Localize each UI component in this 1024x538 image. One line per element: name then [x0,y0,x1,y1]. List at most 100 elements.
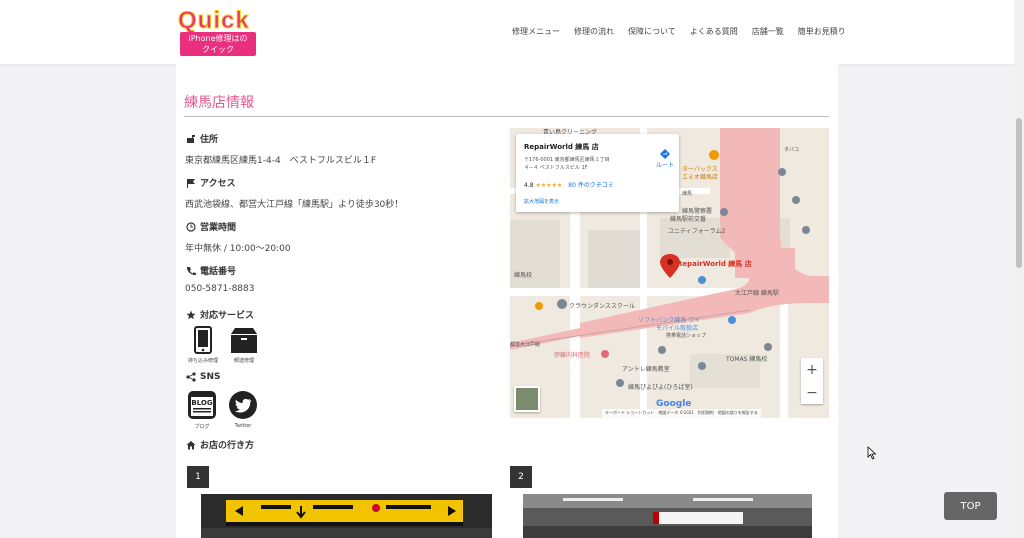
main-nav: 修理メニュー 修理の流れ 保障について よくある質問 店舗一覧 簡単お見積り [512,26,846,37]
access-label: アクセス [200,179,236,189]
direction-photo-2 [523,494,812,538]
twitter-label: Twitter [234,423,252,429]
logo-tagline-line1: iPhone修理はの [188,34,248,43]
main-content: 練馬店情報 住所 東京都練馬区練馬1-4-4 ベストフルスビル１F アクセス 西… [176,64,838,538]
map-zoom-out-button[interactable]: − [806,385,818,401]
site-header: Quick iPhone修理はの クイック 修理メニュー 修理の流れ 保障につい… [0,0,1014,64]
logo-tagline: iPhone修理はの クイック [180,32,256,56]
nav-repair-menu[interactable]: 修理メニュー [512,26,560,37]
map-reviews-link[interactable]: 80 件のクチコミ [568,182,614,189]
map-label-starbucks-2: エミオ練馬店 [682,174,719,181]
directions-icon [660,149,670,159]
blog-label: ブログ [194,424,210,430]
services-heading: 対応サービス [186,308,254,321]
map-label-tomas: TOMAS 練馬校 [726,356,768,363]
box-icon [231,328,257,353]
map-info-card: RepairWorld 練馬 店 〒176-0001 東京都練馬区練馬１丁目 ４… [516,134,679,212]
map-label-antore: アントレ練馬教室 [622,366,670,373]
twitter-link[interactable]: Twitter [223,390,263,429]
address-text: 東京都練馬区練馬1-4-4 ベストフルスビル１F [185,156,377,166]
page-title: 練馬店情報 [184,95,254,111]
map-label-kaitori: 携帯電話ショップ [666,333,707,339]
service-carry-in: 持ち込み修理 [183,326,223,364]
blog-icon: BLOG [188,391,216,419]
smartphone-icon [194,326,212,354]
map-address-line1: 〒176-0001 東京都練馬区練馬１丁目 [524,157,610,163]
map-address-line2: ４−４ ベストフルスビル 1F [524,165,588,171]
map-zoom-controls: + − [801,358,823,404]
map-label-koban: 練馬駅前交番 [670,216,707,223]
map-satellite-toggle[interactable] [514,386,540,412]
nav-repair-flow[interactable]: 修理の流れ [574,26,614,37]
scrollbar-thumb[interactable] [1016,118,1022,268]
service-mail-in: 郵送修理 [224,326,264,364]
map-label-oedo-line: 都営大江戸線 [510,342,541,348]
twitter-icon [229,391,257,419]
map-label-tabako: タバコ [784,147,800,153]
map-label-ito-clinic: 伊藤内科医院 [554,352,591,359]
logo-tagline-line2: クイック [202,45,234,54]
title-divider [184,116,829,117]
station-sign-photo [201,494,492,538]
sns-label: SNS [200,372,221,382]
star-icon [186,310,196,319]
map-label-nerima: 練馬 [682,191,693,197]
back-to-top-button[interactable]: TOP [944,492,997,520]
directions-label: お店の行き方 [200,441,255,451]
address-heading: 住所 [186,132,218,145]
map-zoom-in-button[interactable]: + [806,362,818,378]
service-carry-in-label: 持ち込み修理 [187,358,218,364]
direction-photo-1 [201,494,492,538]
flag-icon [187,178,195,188]
sns-heading: SNS [186,372,221,382]
map-place-address: 〒176-0001 東京都練馬区練馬１丁目 ４−４ ベストフルスビル 1F [524,156,644,172]
services-label: 対応サービス [200,311,255,321]
site-logo[interactable]: Quick iPhone修理はの クイック [178,7,258,56]
step-badge-1: 1 [187,466,209,488]
phone-icon [186,266,196,275]
phone-number[interactable]: 050-5871-8883 [185,284,254,294]
address-label: 住所 [200,135,219,145]
google-map[interactable]: 青い鳥クリーニング ターバックス エミオ練馬店 練馬警察署 練馬駅前交番 ユニテ… [510,128,829,418]
hours-label: 営業時間 [200,223,237,233]
map-label-unity: ユニティフォーラム2 [668,228,726,235]
map-pin-label: RepairWorld 練馬 店 [677,260,752,268]
map-larger-map-link[interactable]: 拡大地図を表示 [524,198,559,205]
map-label-softbank-2: モバイル取扱店 [656,325,699,332]
nav-faq[interactable]: よくある質問 [690,26,738,37]
share-icon [186,372,196,382]
map-label-crown: クラウンダンススクール [569,303,635,310]
blog-icon-text: BLOG [191,399,212,407]
directions-heading: お店の行き方 [186,438,254,451]
service-mail-in-label: 郵送修理 [233,358,254,364]
hours-text: 年中無休 / 10:00～20:00 [185,244,291,254]
clock-icon [186,221,196,232]
map-rating-stars: ★★★★★ [535,182,563,189]
step-badge-2: 2 [510,466,532,488]
map-rating-value: 4.8 [524,182,534,189]
access-heading: アクセス [186,176,236,189]
google-logo: Google [656,399,692,409]
map-place-name: RepairWorld 練馬 店 [524,143,599,151]
map-route-label: ルート [656,162,675,169]
nav-store-list[interactable]: 店舗一覧 [752,26,784,37]
home-icon [186,440,196,449]
phone-label: 電話番号 [200,267,237,277]
logo-text: Quick [178,7,250,34]
mouse-cursor-icon [867,446,877,460]
page-scrollbar[interactable] [1014,0,1024,538]
blog-link[interactable]: BLOG ブログ [182,390,222,430]
map-route-button[interactable]: ルート [656,148,674,169]
hours-heading: 営業時間 [186,220,236,233]
phone-heading: 電話番号 [186,264,236,277]
nav-warranty[interactable]: 保障について [628,26,676,37]
mailbox-icon [187,134,195,143]
map-attribution[interactable]: キーボード ショートカット 地図データ ©2021 利用規約 地図の誤りを報告す… [602,409,761,418]
map-label-school: 練馬校 [514,272,533,279]
corridor-photo [523,494,812,538]
map-label-piyopiyo: 練馬ぴよぴよ(ひろば室) [628,384,693,391]
nav-quote[interactable]: 簡単お見積り [798,26,846,37]
map-rating: 4.8 ★★★★★ 80 件のクチコミ [524,180,614,189]
access-text: 西武池袋線、都営大江戸線「練馬駅」より徒歩30秒！ [185,200,404,210]
map-label-oedo-station: 大江戸線 練馬駅 [735,290,779,297]
